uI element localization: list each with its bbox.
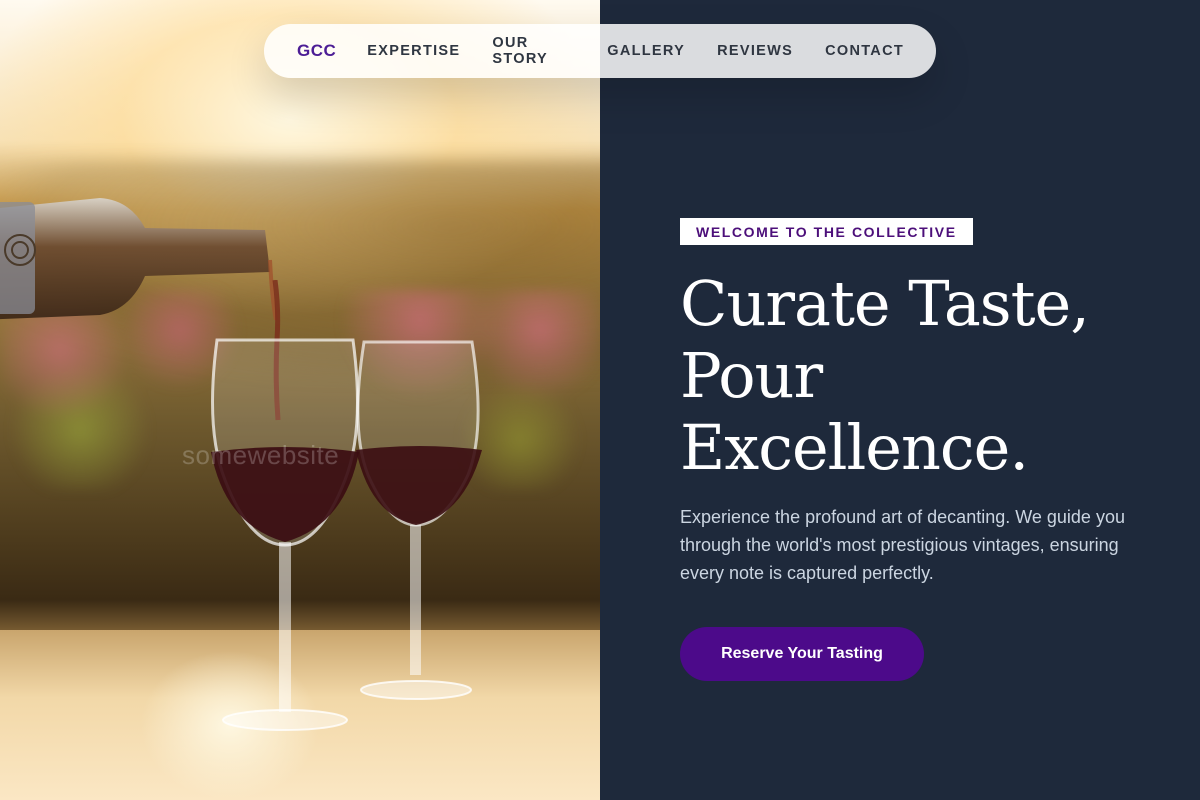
wine-glass-front-icon bbox=[211, 280, 359, 731]
hero-description: Experience the profound art of decanting… bbox=[680, 507, 1125, 583]
nav-link-contact[interactable]: CONTACT bbox=[825, 43, 904, 59]
eyebrow-badge: WELCOME TO THE COLLECTIVE bbox=[680, 218, 973, 245]
nav-link-our-story[interactable]: OUR STORY bbox=[492, 35, 575, 67]
image-watermark: somewebsite bbox=[182, 440, 340, 470]
reserve-tasting-button[interactable]: Reserve Your Tasting bbox=[680, 627, 924, 681]
hero-content-panel: WELCOME TO THE COLLECTIVE Curate Taste, … bbox=[600, 0, 1200, 800]
hero-title-line: Pour bbox=[680, 339, 823, 412]
nav-link-reviews[interactable]: REVIEWS bbox=[717, 43, 793, 59]
wine-glass-back-icon bbox=[356, 340, 482, 700]
hero-title-line: Curate Taste, bbox=[680, 267, 1090, 340]
hero-image: somewebsite bbox=[0, 0, 600, 800]
hero-title-line: Excellence. bbox=[680, 411, 1029, 484]
brand-logo[interactable]: GCC bbox=[297, 41, 336, 61]
hero-title: Curate Taste, Pour Excellence. bbox=[680, 268, 1160, 484]
nav-link-gallery[interactable]: GALLERY bbox=[607, 43, 685, 59]
top-navigation: GCC EXPERTISE OUR STORY GALLERY REVIEWS … bbox=[264, 24, 936, 78]
nav-link-expertise[interactable]: EXPERTISE bbox=[367, 43, 460, 59]
